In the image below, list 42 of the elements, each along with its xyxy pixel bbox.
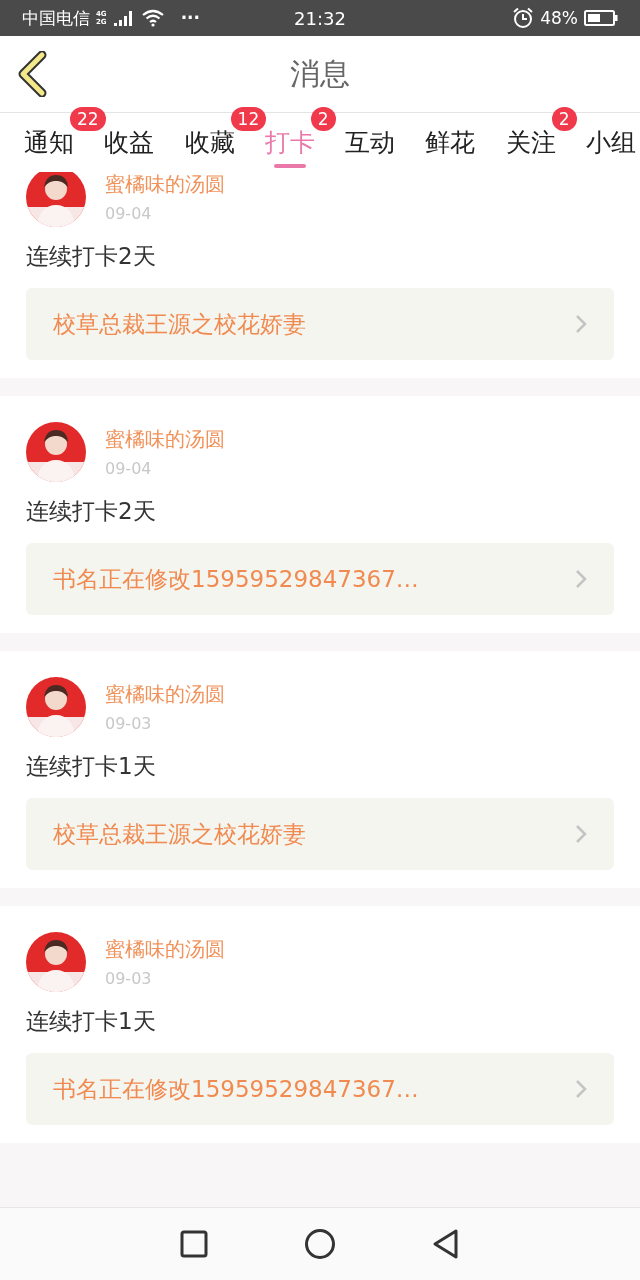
tab[interactable]: 通知: [24, 128, 74, 158]
page-title: 消息: [290, 54, 350, 93]
book-link[interactable]: 校草总裁王源之校花娇妻: [26, 798, 614, 870]
battery-icon: [584, 9, 618, 27]
tab[interactable]: 收益: [104, 128, 155, 158]
chevron-icon: [574, 313, 588, 335]
alarm-icon: [512, 7, 535, 29]
tab[interactable]: 鲜花: [425, 128, 476, 158]
count-badge: 22: [70, 107, 106, 131]
back-icon[interactable]: [432, 1228, 460, 1260]
back-icon[interactable]: [16, 51, 48, 97]
carrier-name: 中国电信: [22, 6, 90, 30]
signal-icon: [112, 9, 135, 27]
book-link[interactable]: 书名正在修改15959529847367…: [26, 1053, 614, 1125]
tab[interactable]: 小组: [585, 128, 636, 158]
tab[interactable]: 关注: [505, 128, 556, 158]
clock-time: 21:32: [293, 7, 347, 29]
tab[interactable]: 打卡: [264, 128, 315, 158]
recents-icon[interactable]: [180, 1230, 208, 1258]
tab-indicator: [273, 164, 306, 168]
user-name[interactable]: 蜜橘味的汤圆: [105, 172, 225, 198]
message-text: 连续打卡2天: [26, 242, 157, 271]
count-badge: 12: [230, 107, 267, 131]
home-icon[interactable]: [304, 1228, 336, 1260]
battery-percent: 48%: [540, 8, 578, 28]
tab[interactable]: 收藏: [184, 128, 235, 158]
count-badge: 2: [551, 107, 577, 131]
user-name[interactable]: 蜜橘味的汤圆: [105, 681, 225, 708]
user-name[interactable]: 蜜橘味的汤圆: [105, 426, 225, 453]
count-badge: 2: [310, 107, 336, 131]
message-text: 连续打卡1天: [26, 1007, 157, 1036]
tab[interactable]: 互动: [345, 128, 396, 158]
more-indicator: ···: [180, 8, 200, 28]
user-name[interactable]: 蜜橘味的汤圆: [105, 936, 225, 963]
message-text: 连续打卡2天: [26, 497, 157, 526]
chevron-icon: [574, 1078, 588, 1100]
chevron-icon: [574, 568, 588, 590]
book-link[interactable]: 校草总裁王源之校花娇妻: [26, 288, 614, 360]
chevron-icon: [574, 823, 588, 845]
book-link[interactable]: 书名正在修改15959529847367…: [26, 543, 614, 615]
message-text: 连续打卡1天: [26, 752, 157, 781]
wifi-icon: [140, 9, 165, 27]
